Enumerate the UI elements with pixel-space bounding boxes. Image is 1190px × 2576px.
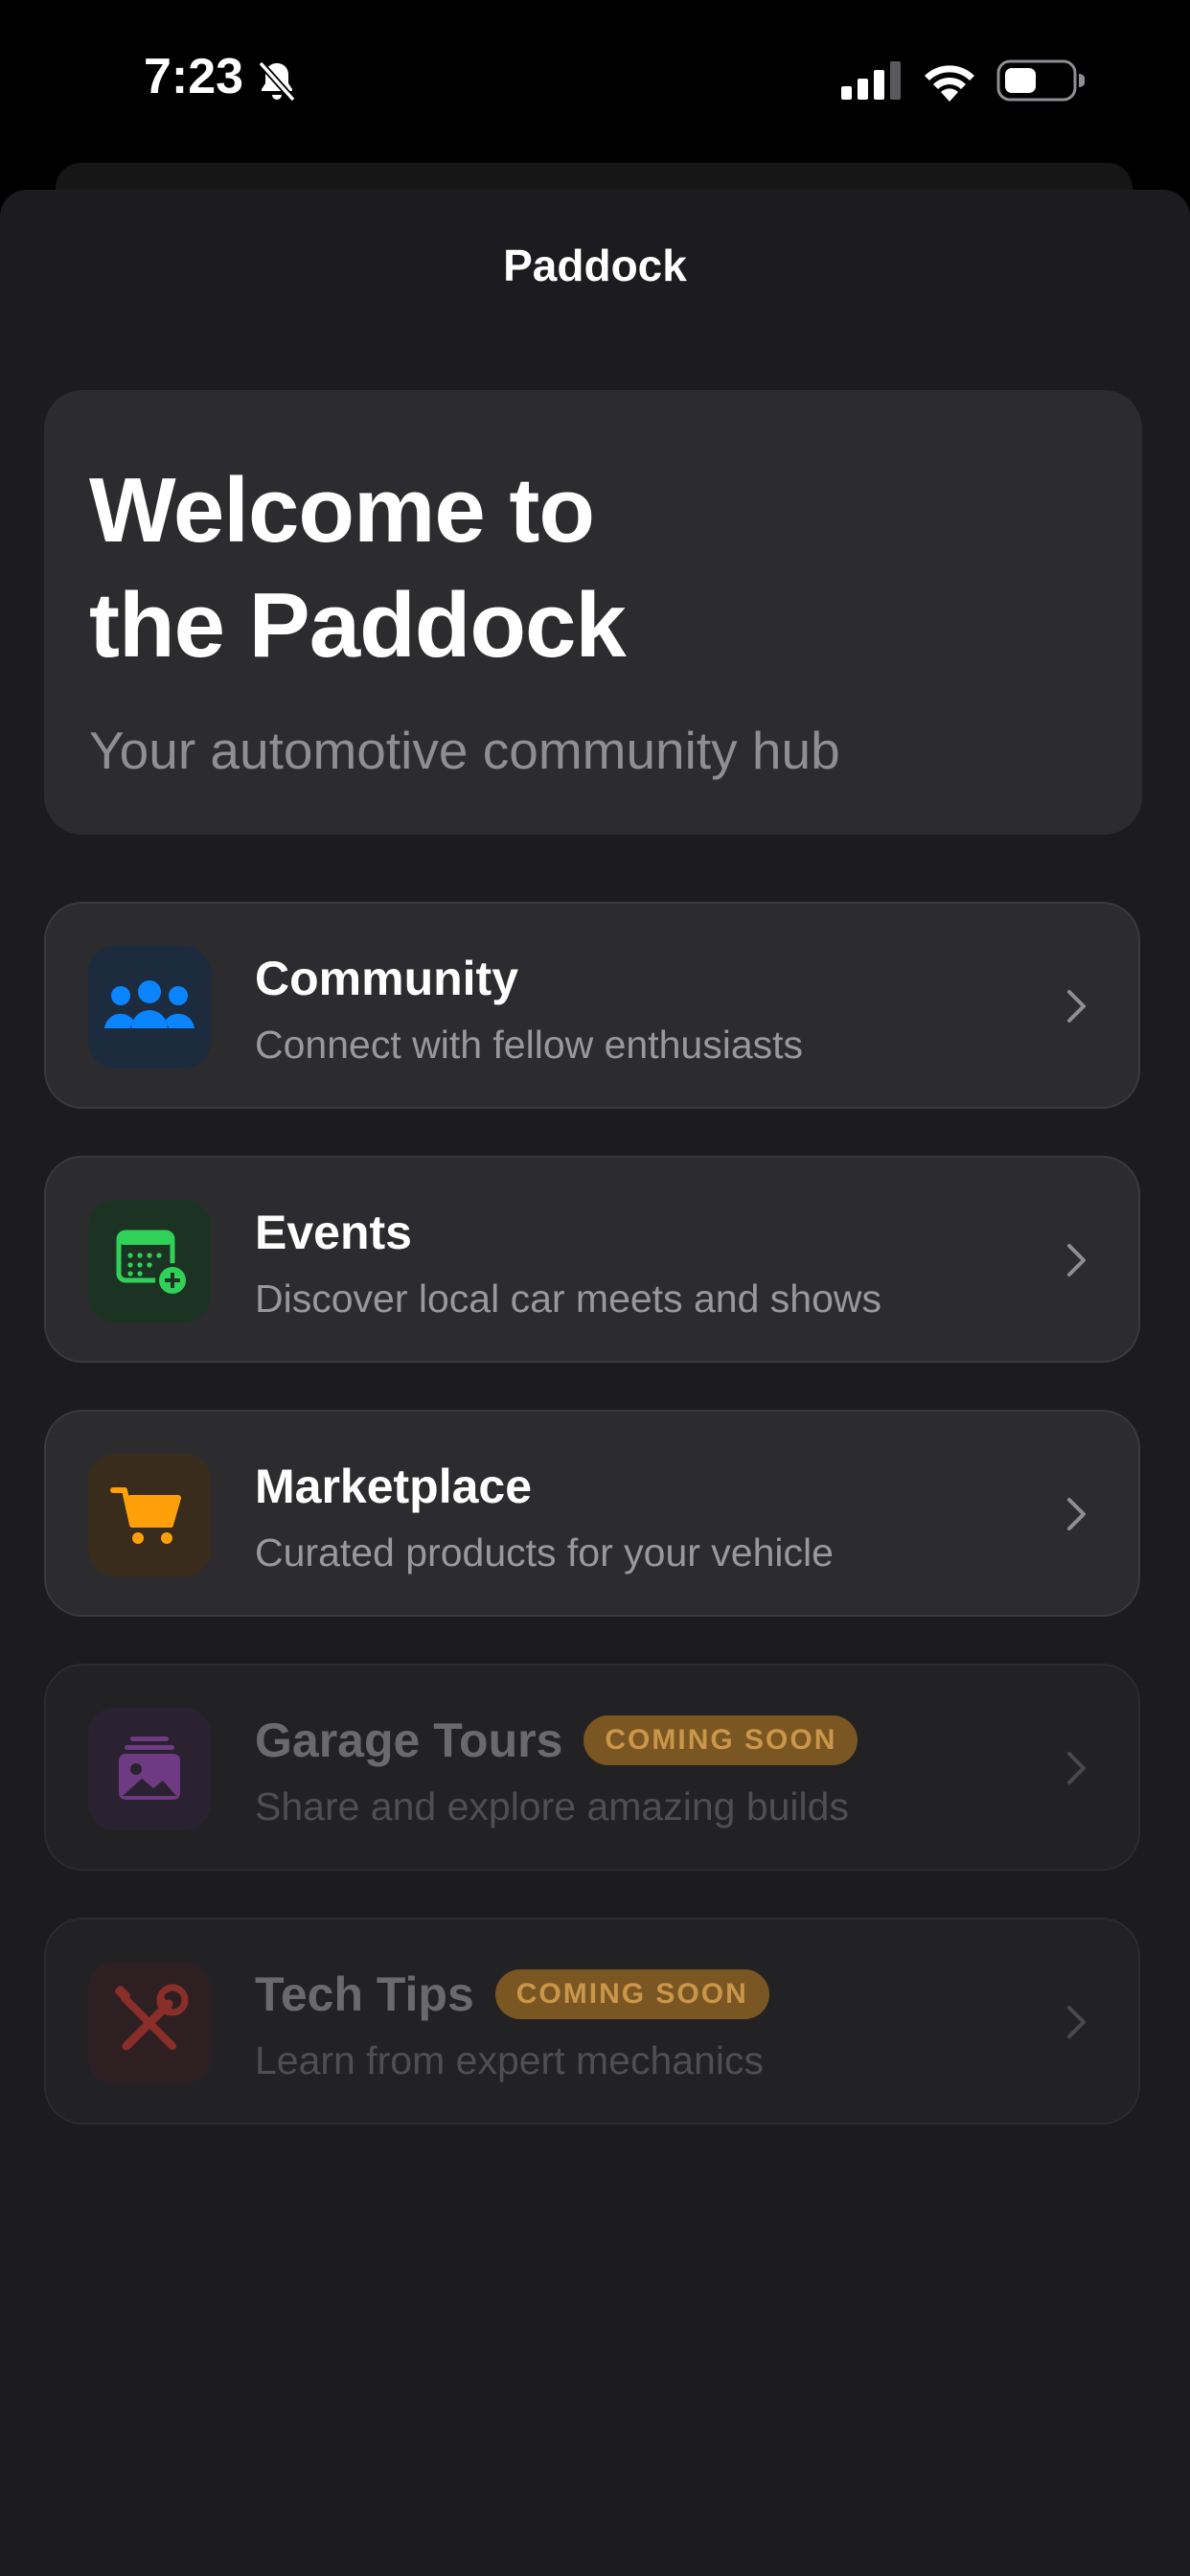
hero-title-line-2: the Paddock <box>89 574 627 677</box>
people-icon <box>104 980 195 1028</box>
garage-tours-icon-box <box>88 1708 211 1830</box>
wrench-screwdriver-icon <box>115 1984 189 2051</box>
community-icon-box <box>88 946 211 1069</box>
feature-title: Tech Tips <box>255 1967 474 2021</box>
chevron-right-icon <box>1067 1498 1086 1530</box>
feature-title: Events <box>255 1206 412 1259</box>
chevron-right-icon <box>1067 2006 1086 2038</box>
hero-subtitle: Your automotive community hub <box>89 721 840 780</box>
feature-description: Learn from expert mechanics <box>255 2038 764 2082</box>
main-sheet: Paddock Welcome to the Paddock Your auto… <box>0 190 1190 2576</box>
photo-stack-icon <box>119 1736 180 1800</box>
feature-description: Connect with fellow enthusiasts <box>255 1023 804 1067</box>
coming-soon-badge: COMING SOON <box>584 1715 858 1765</box>
marketplace-icon-box <box>88 1454 211 1576</box>
feature-title-row: Marketplace <box>255 1458 532 1515</box>
calendar-plus-icon <box>116 1230 190 1298</box>
feature-title: Garage Tours <box>255 1714 563 1767</box>
wifi-icon <box>925 65 974 102</box>
feature-title: Marketplace <box>255 1460 533 1513</box>
cart-icon <box>110 1487 181 1544</box>
feature-title: Community <box>255 952 518 1005</box>
status-time: 7:23 <box>144 49 244 104</box>
feature-row-events[interactable]: Events Discover local car meets and show… <box>44 1156 1140 1363</box>
feature-row-marketplace[interactable]: Marketplace Curated products for your ve… <box>44 1410 1140 1617</box>
events-icon-box <box>88 1200 211 1322</box>
feature-title-row: Events <box>255 1204 412 1261</box>
feature-row-tech-tips[interactable]: Tech Tips COMING SOON Learn from expert … <box>44 1918 1140 2125</box>
tech-tips-icon-box <box>88 1962 211 2084</box>
feature-description: Discover local car meets and shows <box>255 1276 881 1321</box>
hero-card: Welcome to the Paddock Your automotive c… <box>44 390 1142 835</box>
hero-title: Welcome to the Paddock <box>89 453 1047 683</box>
coming-soon-badge: COMING SOON <box>494 1969 769 2019</box>
chevron-right-icon <box>1067 1752 1086 1784</box>
screen: 7:23 Paddock Welcome to the Paddock Your… <box>0 0 1190 2576</box>
feature-row-community[interactable]: Community Connect with fellow enthusiast… <box>44 902 1140 1109</box>
chevron-right-icon <box>1067 1244 1086 1276</box>
feature-title-row: Community <box>255 950 518 1007</box>
cellular-signal-icon <box>841 61 901 100</box>
feature-description: Curated products for your vehicle <box>255 1530 834 1575</box>
nav-title: Paddock <box>503 241 687 290</box>
status-bar: 7:23 <box>0 0 1190 163</box>
feature-description: Share and explore amazing builds <box>255 1784 849 1828</box>
feature-title-row: Tech Tips COMING SOON <box>255 1966 769 2023</box>
feature-row-garage-tours[interactable]: Garage Tours COMING SOON Share and explo… <box>44 1664 1140 1871</box>
battery-icon <box>996 59 1085 102</box>
chevron-right-icon <box>1067 990 1086 1023</box>
feature-title-row: Garage Tours COMING SOON <box>255 1712 858 1769</box>
hero-title-line-1: Welcome to <box>89 459 595 562</box>
bell-slash-icon <box>258 60 296 103</box>
